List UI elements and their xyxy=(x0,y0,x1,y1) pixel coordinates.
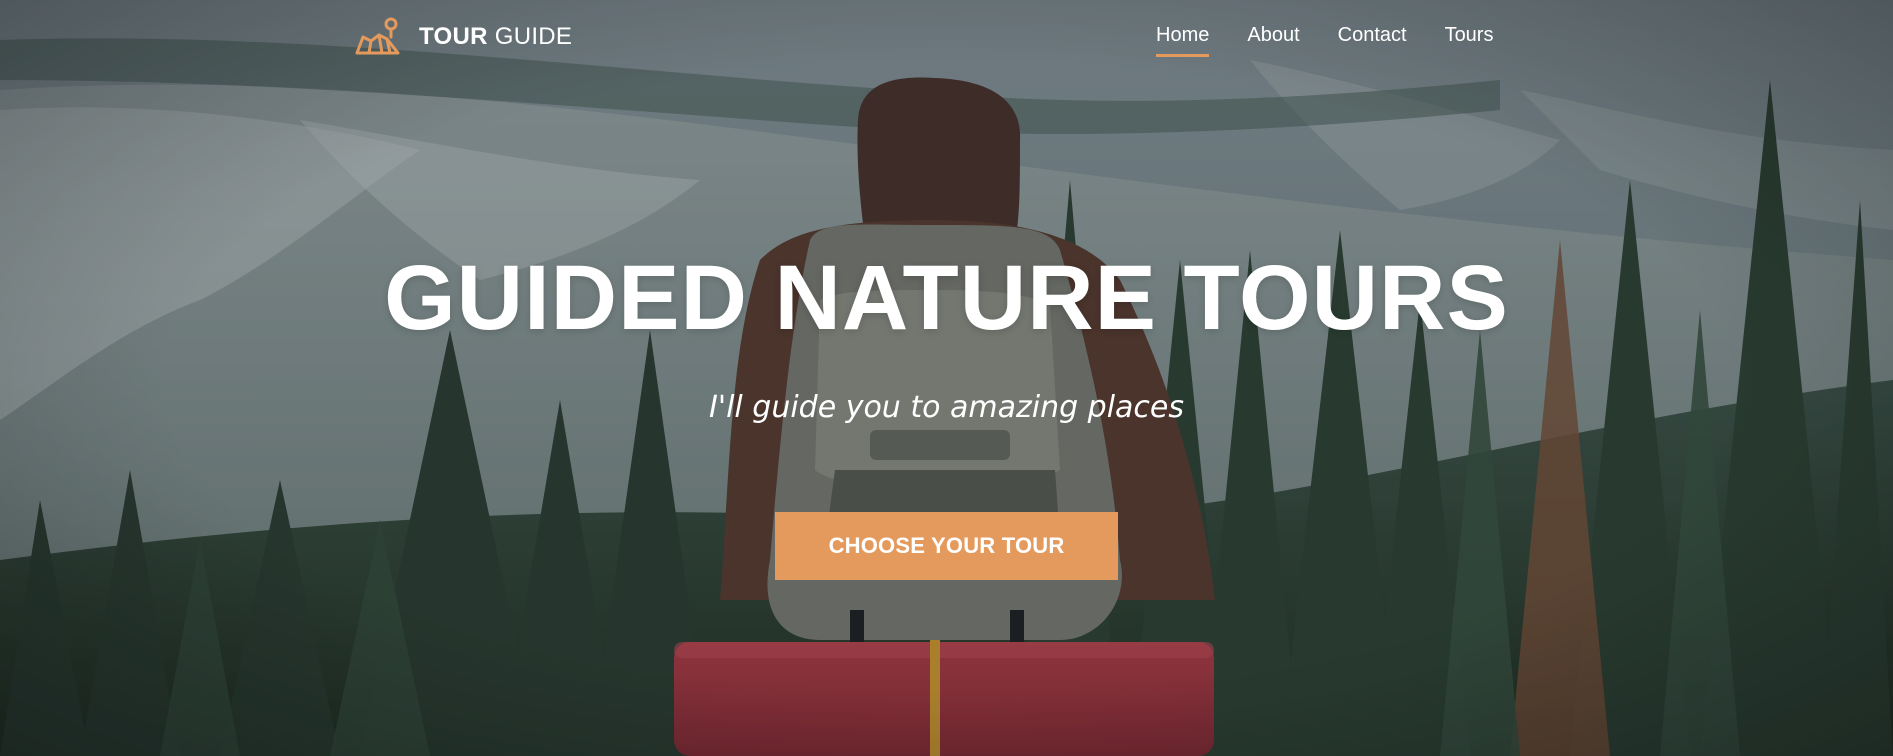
logo-text: TOUR GUIDE xyxy=(419,23,572,51)
site-header: TOUR GUIDE Home About Contact Tours xyxy=(0,0,1893,90)
nav-link-tours[interactable]: Tours xyxy=(1445,24,1494,54)
site-logo[interactable]: TOUR GUIDE xyxy=(354,14,572,60)
logo-text-light: GUIDE xyxy=(494,23,573,50)
choose-your-tour-button[interactable]: CHOOSE YOUR TOUR xyxy=(775,512,1118,580)
logo-text-bold: TOUR xyxy=(419,23,488,50)
nav-link-contact[interactable]: Contact xyxy=(1338,24,1407,54)
hero-section: TOUR GUIDE Home About Contact Tours GUID… xyxy=(0,0,1893,756)
map-pin-icon xyxy=(355,17,400,55)
nav-link-about[interactable]: About xyxy=(1247,24,1299,54)
main-nav: Home About Contact Tours xyxy=(1156,24,1493,57)
hero-overlay xyxy=(0,0,1893,756)
hero-title: GUIDED NATURE TOURS xyxy=(384,247,1509,349)
hero-subtitle: I'll guide you to amazing places xyxy=(708,390,1185,425)
nav-link-home[interactable]: Home xyxy=(1156,24,1210,57)
